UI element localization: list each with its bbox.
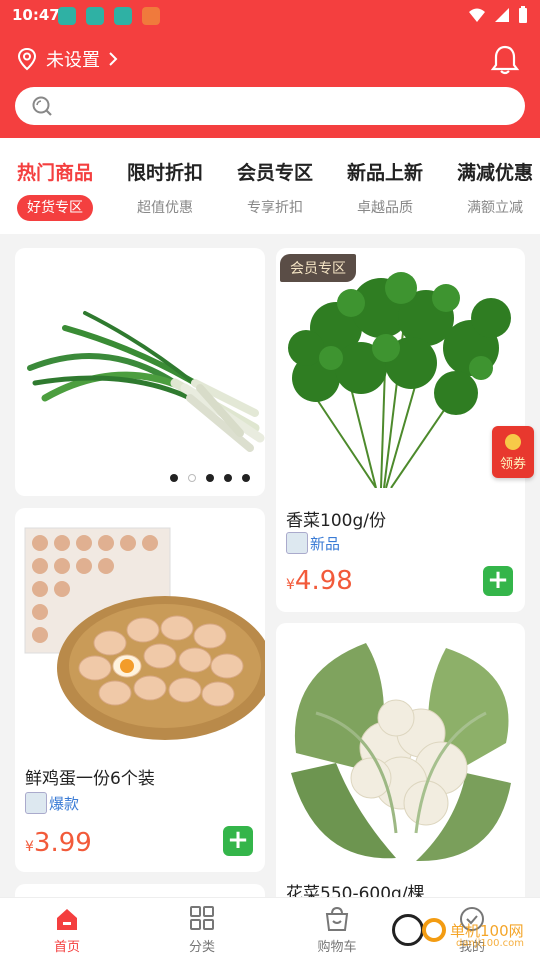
- carousel-indicator: [170, 474, 250, 482]
- tab-new-arrivals[interactable]: 新品上新 卓越品质: [330, 158, 440, 221]
- battery-icon: [519, 6, 527, 23]
- nav-home-label: 首页: [53, 940, 80, 955]
- add-to-cart-button[interactable]: +: [223, 826, 253, 856]
- cauliflower-image: [291, 643, 511, 862]
- home-icon: [57, 909, 77, 930]
- status-indicators: [468, 6, 528, 24]
- app-notification-icon: [114, 7, 132, 25]
- price-currency: ¥: [286, 577, 295, 593]
- tab-subtitle: 满额立减: [467, 200, 523, 216]
- carousel-dot[interactable]: [170, 474, 178, 482]
- watermark-url: danji100.com: [456, 938, 524, 949]
- app-notification-icon: [58, 7, 76, 25]
- brand-logo-icon: [286, 532, 308, 554]
- tab-hot-products[interactable]: 热门商品 好货专区: [0, 158, 110, 221]
- price-currency: ¥: [25, 839, 34, 855]
- product-tag: 爆款: [25, 792, 79, 814]
- product-card-cilantro[interactable]: 会员专区 香菜100g/份 新品 ¥4.98 +: [276, 248, 525, 612]
- brand-logo-icon: [25, 792, 47, 814]
- cilantro-image: [288, 272, 511, 488]
- signal-icon: [495, 8, 509, 22]
- product-name: 香菜100g/份: [286, 511, 386, 531]
- wifi-icon: [469, 8, 485, 22]
- product-price: ¥4.98: [286, 566, 353, 596]
- location-label: 未设置: [46, 50, 100, 71]
- location-selector[interactable]: 未设置: [16, 46, 118, 72]
- coin-icon: [505, 434, 521, 450]
- nav-cart-label: 购物车: [317, 940, 357, 955]
- carousel-dot[interactable]: [242, 474, 250, 482]
- price-value: 4.98: [294, 566, 353, 596]
- status-time: 10:47: [12, 6, 60, 24]
- price-value: 3.99: [33, 828, 92, 858]
- product-tag: 新品: [286, 532, 340, 554]
- category-tabs: 热门商品 好货专区 限时折扣 超值优惠 会员专区 专享折扣 新品上新 卓越品质 …: [0, 138, 540, 234]
- bell-icon[interactable]: [490, 44, 520, 76]
- product-name: 鲜鸡蛋一份6个装: [25, 769, 155, 789]
- chevron-right-icon: [109, 52, 118, 66]
- tab-title: 会员专区: [236, 162, 313, 184]
- tab-title: 满减优惠: [456, 162, 533, 184]
- carousel-dot[interactable]: [224, 474, 232, 482]
- status-bar: 10:47: [0, 0, 540, 32]
- tab-limited-discount[interactable]: 限时折扣 超值优惠: [110, 158, 220, 221]
- tab-subtitle: 卓越品质: [357, 200, 413, 216]
- product-price: ¥3.99: [25, 828, 92, 858]
- site-watermark: 单机100网 danji100.com: [392, 914, 524, 949]
- tab-discount-offers[interactable]: 满减优惠 满额立减: [440, 158, 540, 221]
- product-tag-label: 新品: [310, 534, 341, 553]
- watermark-logo-icon: [422, 918, 446, 942]
- product-tag-label: 爆款: [49, 794, 80, 813]
- add-to-cart-button[interactable]: +: [483, 566, 513, 596]
- tab-subtitle: 专享折扣: [247, 200, 303, 216]
- search-icon: [32, 96, 52, 116]
- eggs-image: [24, 527, 265, 740]
- nav-category-label: 分类: [188, 940, 215, 955]
- product-card-cauliflower[interactable]: 花菜550-600g/棵: [276, 623, 525, 923]
- grid-icon: [190, 906, 214, 930]
- header: 10:47 未设置: [0, 0, 540, 138]
- product-card-eggs[interactable]: 鲜鸡蛋一份6个装 爆款 ¥3.99 +: [15, 508, 265, 872]
- tab-title: 限时折扣: [126, 162, 203, 184]
- coupon-label: 领券: [499, 457, 526, 472]
- watermark-logo-icon: [392, 914, 424, 946]
- tab-member-zone[interactable]: 会员专区 专享折扣: [220, 158, 330, 221]
- cart-icon: [325, 906, 349, 931]
- tab-title: 热门商品: [16, 162, 93, 184]
- banner-carousel[interactable]: [15, 248, 265, 496]
- app-notification-icon: [142, 7, 160, 25]
- nav-cart[interactable]: 购物车: [292, 906, 382, 955]
- nav-home[interactable]: 首页: [22, 906, 112, 955]
- coupon-button[interactable]: 领券: [492, 426, 534, 478]
- search-input[interactable]: [15, 87, 525, 125]
- tab-subtitle: 超值优惠: [137, 200, 193, 216]
- app-notification-icon: [86, 7, 104, 25]
- tab-title: 新品上新: [346, 162, 423, 184]
- carousel-dot-active[interactable]: [188, 474, 196, 482]
- member-zone-badge: 会员专区: [280, 254, 356, 282]
- nav-category[interactable]: 分类: [157, 906, 247, 955]
- green-onion-image: [27, 311, 265, 452]
- tab-subtitle: 好货专区: [17, 195, 93, 221]
- location-pin-icon: [17, 47, 37, 71]
- carousel-dot[interactable]: [206, 474, 214, 482]
